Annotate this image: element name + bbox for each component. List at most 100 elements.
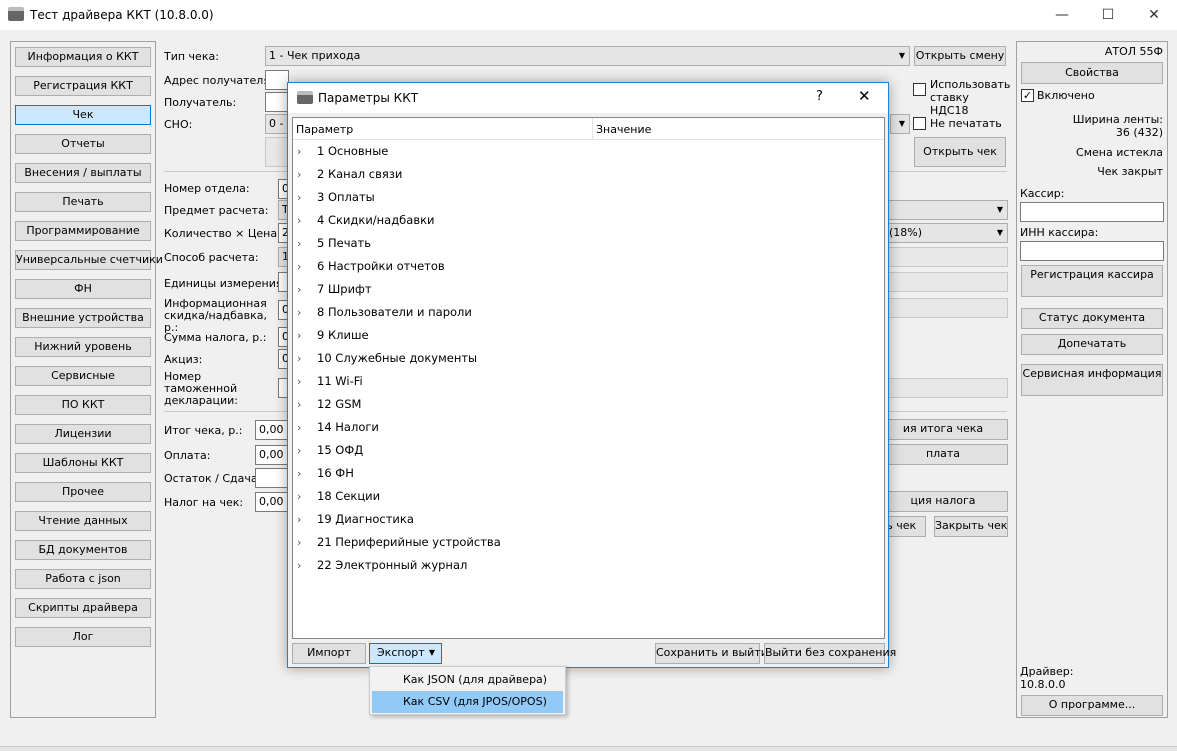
maximize-button[interactable]: ☐ bbox=[1085, 0, 1131, 30]
chevron-right-icon[interactable]: › bbox=[297, 163, 317, 186]
tree-item[interactable]: › 7 Шрифт bbox=[297, 278, 372, 301]
sidebar-item[interactable]: Скрипты драйвера bbox=[15, 598, 151, 618]
column-value[interactable]: Значение bbox=[596, 123, 651, 136]
tree-item[interactable]: › 4 Скидки/надбавки bbox=[297, 209, 435, 232]
properties-button[interactable]: Свойства bbox=[1021, 62, 1163, 84]
tree-item[interactable]: › 8 Пользователи и пароли bbox=[297, 301, 472, 324]
sidebar-item[interactable]: Регистрация ККТ bbox=[15, 76, 151, 96]
cashier-input[interactable] bbox=[1020, 202, 1164, 222]
chevron-right-icon[interactable]: › bbox=[297, 370, 317, 393]
sidebar-item[interactable]: Внешние устройства bbox=[15, 308, 151, 328]
sidebar-item[interactable]: Лицензии bbox=[15, 424, 151, 444]
export-button[interactable]: Экспорт ▼ bbox=[369, 643, 442, 664]
register-cashier-button[interactable]: Регистрация кассира bbox=[1021, 265, 1163, 297]
tree-item[interactable]: › 14 Налоги bbox=[297, 416, 379, 439]
chevron-right-icon[interactable]: › bbox=[297, 278, 317, 301]
sidebar-item[interactable]: Информация о ККТ bbox=[15, 47, 151, 67]
export-csv-item[interactable]: Как CSV (для JPOS/OPOS) bbox=[372, 691, 563, 713]
sno-select[interactable]: 0 - О bbox=[265, 114, 289, 134]
exit-nosave-button[interactable]: Выйти без сохранения bbox=[764, 643, 896, 664]
open-shift-button[interactable]: Открыть смену bbox=[914, 46, 1006, 66]
tree-item[interactable]: › 3 Оплаты bbox=[297, 186, 375, 209]
cashier-inn-input[interactable] bbox=[1020, 241, 1164, 261]
sidebar-item[interactable]: Универсальные счетчики bbox=[15, 250, 163, 270]
payment-input[interactable]: 0,00 bbox=[255, 445, 290, 465]
sidebar-item[interactable]: Сервисные bbox=[15, 366, 151, 386]
change-input[interactable] bbox=[255, 468, 290, 488]
export-json-item[interactable]: Как JSON (для драйвера) bbox=[372, 669, 563, 691]
chevron-right-icon[interactable]: › bbox=[297, 232, 317, 255]
sidebar-item[interactable]: Программирование bbox=[15, 221, 151, 241]
about-button[interactable]: О программе... bbox=[1021, 695, 1163, 716]
minimize-button[interactable]: — bbox=[1039, 0, 1085, 30]
sno-select-arrow[interactable]: ▼ bbox=[890, 114, 910, 134]
chevron-right-icon[interactable]: › bbox=[297, 554, 317, 577]
tree-item[interactable]: › 12 GSM bbox=[297, 393, 361, 416]
parameters-tree[interactable]: Параметр Значение › 1 Основные › 2 Канал св… bbox=[292, 117, 885, 639]
chevron-right-icon[interactable]: › bbox=[297, 186, 317, 209]
payment-button[interactable]: плата bbox=[878, 444, 1008, 465]
receipt-total-input[interactable]: 0,00 bbox=[255, 420, 290, 440]
sidebar-item[interactable]: ПО ККТ bbox=[15, 395, 151, 415]
tree-item[interactable]: › 2 Канал связи bbox=[297, 163, 402, 186]
close-window-button[interactable]: ✕ bbox=[1131, 0, 1177, 30]
chevron-right-icon[interactable]: › bbox=[297, 347, 317, 370]
chevron-right-icon[interactable]: › bbox=[297, 485, 317, 508]
open-receipt-button[interactable]: Открыть чек bbox=[914, 137, 1006, 167]
chevron-right-icon[interactable]: › bbox=[297, 416, 317, 439]
subject-select-arrow[interactable]: ▼ bbox=[888, 200, 1008, 220]
sidebar-item[interactable]: Работа с json bbox=[15, 569, 151, 589]
import-button[interactable]: Импорт bbox=[292, 643, 366, 664]
sidebar-item[interactable]: Печать bbox=[15, 192, 151, 212]
tree-item[interactable]: › 9 Клише bbox=[297, 324, 369, 347]
tree-item[interactable]: › 21 Периферийные устройства bbox=[297, 531, 501, 554]
tree-item[interactable]: › 18 Секции bbox=[297, 485, 380, 508]
sidebar-item[interactable]: Лог bbox=[15, 627, 151, 647]
vat-select[interactable]: (18%) ▼ bbox=[885, 223, 1008, 243]
tree-item[interactable]: › 11 Wi-Fi bbox=[297, 370, 363, 393]
tree-item[interactable]: › 19 Диагностика bbox=[297, 508, 414, 531]
tax-per-receipt-input[interactable]: 0,00 bbox=[255, 492, 290, 512]
sidebar-item[interactable]: Отчеты bbox=[15, 134, 151, 154]
column-param[interactable]: Параметр bbox=[296, 123, 353, 136]
tree-item[interactable]: › 6 Настройки отчетов bbox=[297, 255, 445, 278]
save-exit-button[interactable]: Сохранить и выйти bbox=[655, 643, 768, 664]
tree-item[interactable]: › 1 Основные bbox=[297, 140, 388, 163]
chevron-right-icon[interactable]: › bbox=[297, 324, 317, 347]
use-vat18-checkbox[interactable] bbox=[913, 83, 926, 96]
no-print-checkbox[interactable] bbox=[913, 117, 926, 130]
hidden-button[interactable] bbox=[265, 137, 289, 167]
tree-item[interactable]: › 16 ФН bbox=[297, 462, 354, 485]
service-info-button[interactable]: Сервисная информация bbox=[1021, 364, 1163, 396]
chevron-right-icon[interactable]: › bbox=[297, 439, 317, 462]
chevron-right-icon[interactable]: › bbox=[297, 255, 317, 278]
close-receipt-button[interactable]: Закрыть чек bbox=[934, 516, 1008, 537]
reprint-button[interactable]: Допечатать bbox=[1021, 334, 1163, 355]
chevron-right-icon[interactable]: › bbox=[297, 462, 317, 485]
tree-item[interactable]: › 15 ОФД bbox=[297, 439, 363, 462]
recipient-input[interactable] bbox=[265, 92, 289, 112]
tree-item[interactable]: › 5 Печать bbox=[297, 232, 371, 255]
sidebar-item[interactable]: Внесения / выплаты bbox=[15, 163, 151, 183]
tax-button[interactable]: ция налога bbox=[878, 491, 1008, 512]
sidebar-item[interactable]: Чтение данных bbox=[15, 511, 151, 531]
tree-item[interactable]: › 22 Электронный журнал bbox=[297, 554, 467, 577]
enabled-checkbox[interactable]: ✓ bbox=[1021, 89, 1034, 102]
document-status-button[interactable]: Статус документа bbox=[1021, 308, 1163, 329]
total-button[interactable]: ия итога чека bbox=[878, 419, 1008, 440]
receipt-type-select[interactable]: 1 - Чек прихода ▼ bbox=[265, 46, 910, 66]
sidebar-item[interactable]: Прочее bbox=[15, 482, 151, 502]
sidebar-item[interactable]: Чек bbox=[15, 105, 151, 125]
chevron-right-icon[interactable]: › bbox=[297, 531, 317, 554]
chevron-right-icon[interactable]: › bbox=[297, 393, 317, 416]
chevron-right-icon[interactable]: › bbox=[297, 301, 317, 324]
recipient-address-input[interactable] bbox=[265, 70, 289, 90]
chevron-right-icon[interactable]: › bbox=[297, 209, 317, 232]
chevron-right-icon[interactable]: › bbox=[297, 140, 317, 163]
sidebar-item[interactable]: Шаблоны ККТ bbox=[15, 453, 151, 473]
sidebar-item[interactable]: БД документов bbox=[15, 540, 151, 560]
tree-item[interactable]: › 10 Служебные документы bbox=[297, 347, 477, 370]
dialog-close-button[interactable]: ✕ bbox=[858, 87, 871, 105]
help-button[interactable]: ? bbox=[816, 89, 823, 104]
sidebar-item[interactable]: Нижний уровень bbox=[15, 337, 151, 357]
